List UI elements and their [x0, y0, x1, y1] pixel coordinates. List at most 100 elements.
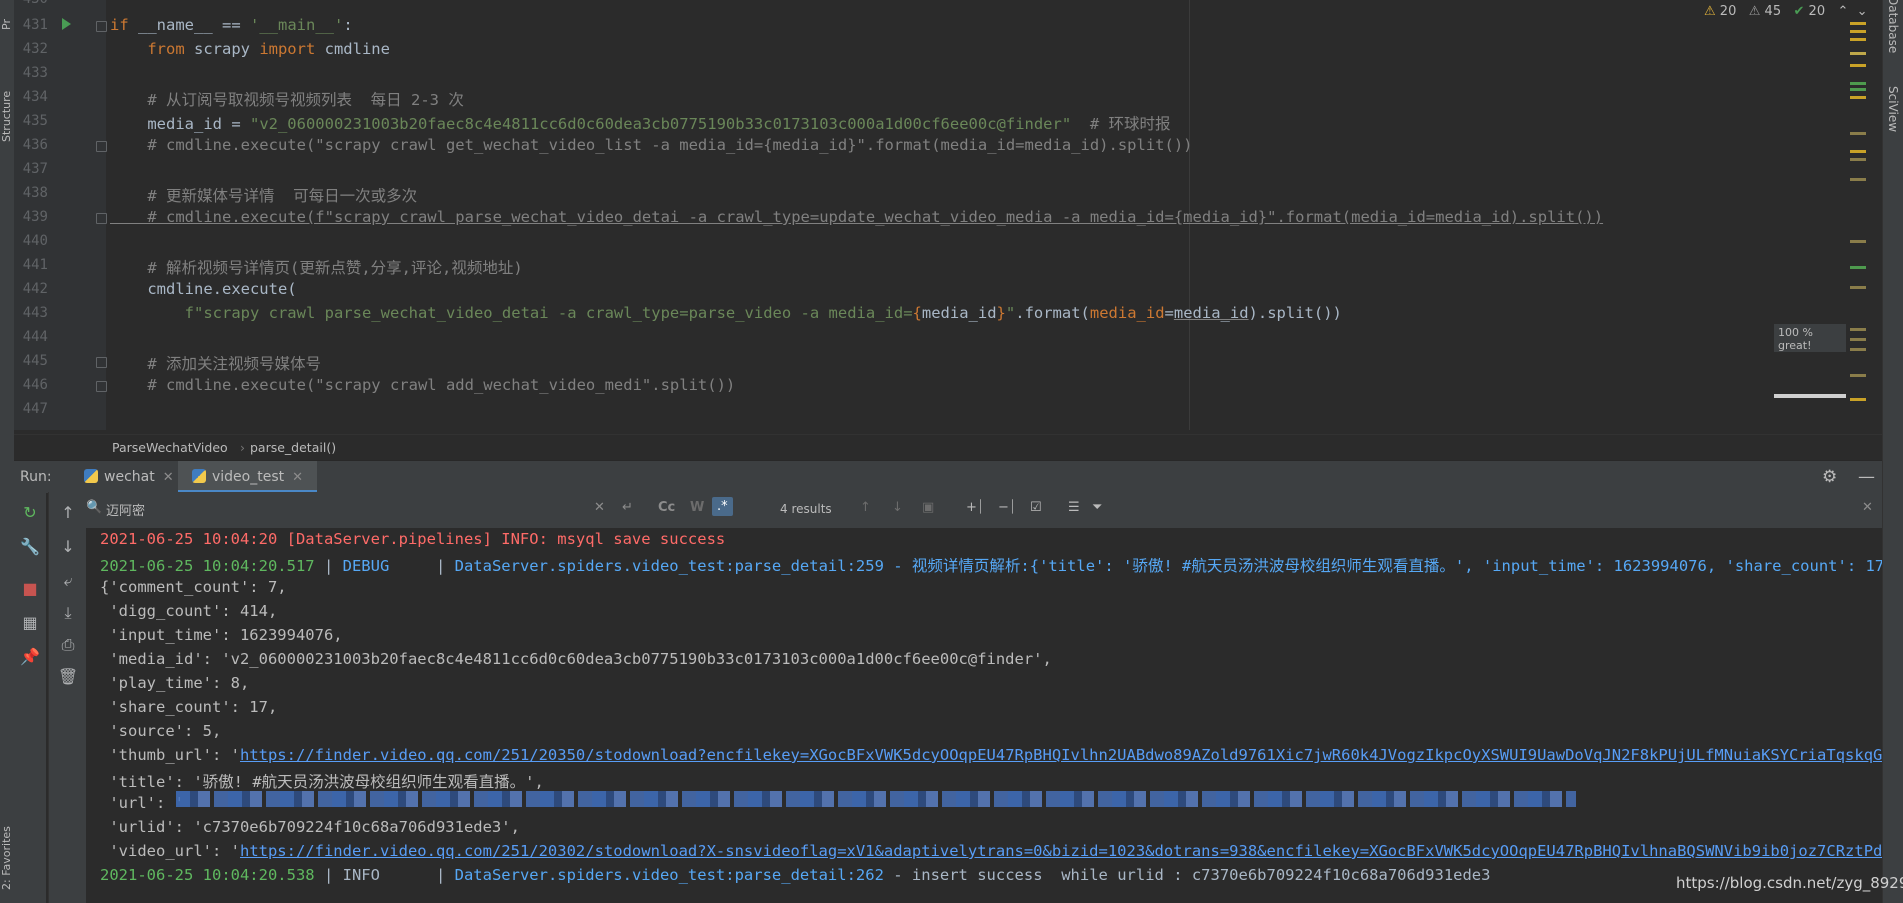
- project-tab[interactable]: Pr: [0, 0, 14, 30]
- code-line-431[interactable]: if __name__ == '__main__':: [110, 16, 353, 34]
- fold-icon[interactable]: [96, 213, 107, 224]
- gear-icon[interactable]: ⚙: [1822, 461, 1837, 493]
- warning-marker[interactable]: [1850, 286, 1866, 289]
- log-line[interactable]: 2021-06-25 10:04:20.517 | DEBUG | DataSe…: [100, 554, 1882, 576]
- warning-marker[interactable]: [1850, 132, 1866, 135]
- code-line-441[interactable]: # 解析视频号详情页(更新点赞,分享,评论,视频地址): [110, 256, 522, 278]
- minimize-icon[interactable]: —: [1858, 461, 1875, 493]
- breadcrumb-method[interactable]: parse_detail(): [250, 440, 336, 455]
- layout-icon[interactable]: ▦: [19, 612, 41, 634]
- dict-line[interactable]: 'share_count': 17,: [100, 698, 277, 716]
- structure-tab[interactable]: Structure: [0, 62, 14, 142]
- code-line-434[interactable]: # 从订阅号取视频号视频列表 每日 2-3 次: [110, 88, 464, 110]
- dict-line[interactable]: 'play_time': 8,: [100, 674, 249, 692]
- dict-line[interactable]: 'source': 5,: [100, 722, 221, 740]
- log-line[interactable]: 2021-06-25 10:04:20 [DataServer.pipeline…: [100, 530, 725, 548]
- filter-lines-icon[interactable]: ☰: [1068, 500, 1080, 515]
- dict-line[interactable]: 'title': '骄傲! #航天员汤洪波母校组织师生观看直播。',: [100, 770, 543, 792]
- warning-marker[interactable]: [1850, 338, 1866, 341]
- fold-icon[interactable]: [96, 141, 107, 152]
- warning-marker[interactable]: [1850, 348, 1866, 351]
- typo-marker[interactable]: [1850, 82, 1866, 85]
- code-line-445[interactable]: # 添加关注视频号媒体号: [110, 352, 321, 374]
- warning-marker[interactable]: [1850, 374, 1866, 377]
- clear-search-icon[interactable]: ✕: [594, 500, 605, 515]
- regex-toggle[interactable]: .*: [712, 497, 733, 516]
- close-search-icon[interactable]: ✕: [1862, 500, 1873, 515]
- chevron-up-icon[interactable]: ⌃: [1838, 4, 1849, 19]
- stop-icon[interactable]: ■: [19, 578, 41, 600]
- warning-marker[interactable]: [1850, 328, 1866, 331]
- warning-marker[interactable]: [1850, 96, 1866, 99]
- scroll-to-end-icon[interactable]: ⤓: [57, 602, 79, 624]
- code-line-432[interactable]: from scrapy import cmdline: [110, 40, 390, 58]
- warning-marker[interactable]: [1850, 30, 1866, 33]
- warning-marker[interactable]: [1850, 150, 1866, 153]
- code-line-436[interactable]: # cmdline.execute("scrapy crawl get_wech…: [110, 136, 1192, 154]
- arrow-up-icon[interactable]: ↑: [57, 502, 79, 524]
- favorites-tab[interactable]: 2: Favorites: [0, 800, 14, 890]
- inspection-widget[interactable]: ⚠ 20 ⚠ 45 ✔ 20 ⌃ ⌄: [1704, 4, 1868, 19]
- warning-marker[interactable]: [1850, 38, 1866, 41]
- error-stripe[interactable]: [1850, 22, 1866, 422]
- chevron-down-icon[interactable]: ⌄: [1857, 4, 1868, 19]
- warning-marker[interactable]: [1850, 240, 1866, 243]
- breadcrumb-class[interactable]: ParseWechatVideo: [112, 440, 228, 455]
- video-url-link[interactable]: https://finder.video.qq.com/251/20302/st…: [240, 842, 1882, 860]
- next-occurrence-icon[interactable]: ↓: [892, 500, 903, 515]
- rerun-icon[interactable]: ↻: [19, 502, 41, 524]
- dict-line[interactable]: {'comment_count': 7,: [100, 578, 287, 596]
- database-tab[interactable]: Database: [1886, 0, 1900, 53]
- code-line-439[interactable]: # cmdline.execute(f"scrapy crawl parse_w…: [110, 208, 1603, 226]
- dict-line[interactable]: 'urlid': 'c7370e6b709224f10c68a706d931ed…: [100, 818, 520, 836]
- tab-wechat[interactable]: wechat ✕: [74, 461, 184, 493]
- select-all-check-icon[interactable]: ☑: [1030, 500, 1042, 515]
- code-line-443[interactable]: f"scrapy crawl parse_wechat_video_detai …: [110, 304, 1342, 322]
- previous-occurrence-icon[interactable]: ↑: [860, 500, 871, 515]
- run-main-icon[interactable]: [62, 18, 71, 30]
- soft-wrap-icon[interactable]: ⤶: [57, 570, 79, 592]
- thumb-url-link[interactable]: https://finder.video.qq.com/251/20350/st…: [240, 746, 1882, 764]
- search-input[interactable]: 迈阿密: [106, 500, 145, 519]
- funnel-filter-icon[interactable]: ⏷: [1092, 500, 1102, 515]
- code-line-435[interactable]: media_id = "v2_060000231003b20faec8c4e48…: [110, 112, 1170, 134]
- typo-marker[interactable]: [1850, 88, 1866, 91]
- trash-icon[interactable]: 🗑: [57, 666, 79, 688]
- close-icon[interactable]: ✕: [163, 470, 174, 485]
- code-line-446[interactable]: # cmdline.execute("scrapy crawl add_wech…: [110, 376, 735, 394]
- warning-marker[interactable]: [1850, 178, 1866, 181]
- sciview-tab[interactable]: SciView: [1886, 86, 1900, 132]
- code-editor[interactable]: 430 431 432 433 434 435 436 437 438 439 …: [14, 0, 1882, 460]
- warning-marker[interactable]: [1850, 22, 1866, 25]
- match-case-toggle[interactable]: Cc: [658, 500, 675, 515]
- pin-icon[interactable]: 📌: [19, 646, 41, 668]
- log-line[interactable]: 2021-06-25 10:04:20.538 | INFO | DataSer…: [100, 866, 1490, 884]
- fold-icon[interactable]: [96, 357, 107, 368]
- remove-selection-icon[interactable]: −⏐: [998, 500, 1016, 515]
- dict-line[interactable]: 'url': ': [100, 794, 184, 812]
- whole-word-toggle[interactable]: W: [690, 500, 704, 515]
- typo-marker[interactable]: [1850, 266, 1866, 269]
- select-all-occurrences-icon[interactable]: ▣: [922, 500, 934, 515]
- dict-line[interactable]: 'input_time': 1623994076,: [100, 626, 342, 644]
- warning-marker[interactable]: [1850, 158, 1866, 161]
- tab-video-test[interactable]: video_test ✕: [178, 461, 318, 493]
- dict-line[interactable]: 'media_id': 'v2_060000231003b20faec8c4e4…: [100, 650, 1052, 668]
- arrow-down-icon[interactable]: ↓: [57, 536, 79, 558]
- warning-marker[interactable]: [1850, 52, 1866, 55]
- dict-line[interactable]: 'video_url': 'https://finder.video.qq.co…: [100, 842, 1882, 860]
- console-output[interactable]: 2021-06-25 10:04:20 [DataServer.pipeline…: [86, 528, 1882, 903]
- add-selection-icon[interactable]: +⏐: [966, 500, 984, 515]
- wrench-icon[interactable]: 🔧: [19, 536, 41, 558]
- print-icon[interactable]: ⎙: [57, 634, 79, 656]
- new-line-icon[interactable]: ↵: [622, 500, 633, 515]
- dict-line[interactable]: 'thumb_url': 'https://finder.video.qq.co…: [100, 746, 1882, 764]
- code-line-442[interactable]: cmdline.execute(: [110, 280, 296, 298]
- warning-marker[interactable]: [1850, 398, 1866, 401]
- code-line-438[interactable]: # 更新媒体号详情 可每日一次或多次: [110, 184, 417, 206]
- close-icon[interactable]: ✕: [292, 470, 303, 485]
- fold-icon[interactable]: [96, 381, 107, 392]
- dict-line[interactable]: 'digg_count': 414,: [100, 602, 277, 620]
- warning-marker[interactable]: [1850, 64, 1866, 67]
- fold-icon[interactable]: [96, 21, 107, 32]
